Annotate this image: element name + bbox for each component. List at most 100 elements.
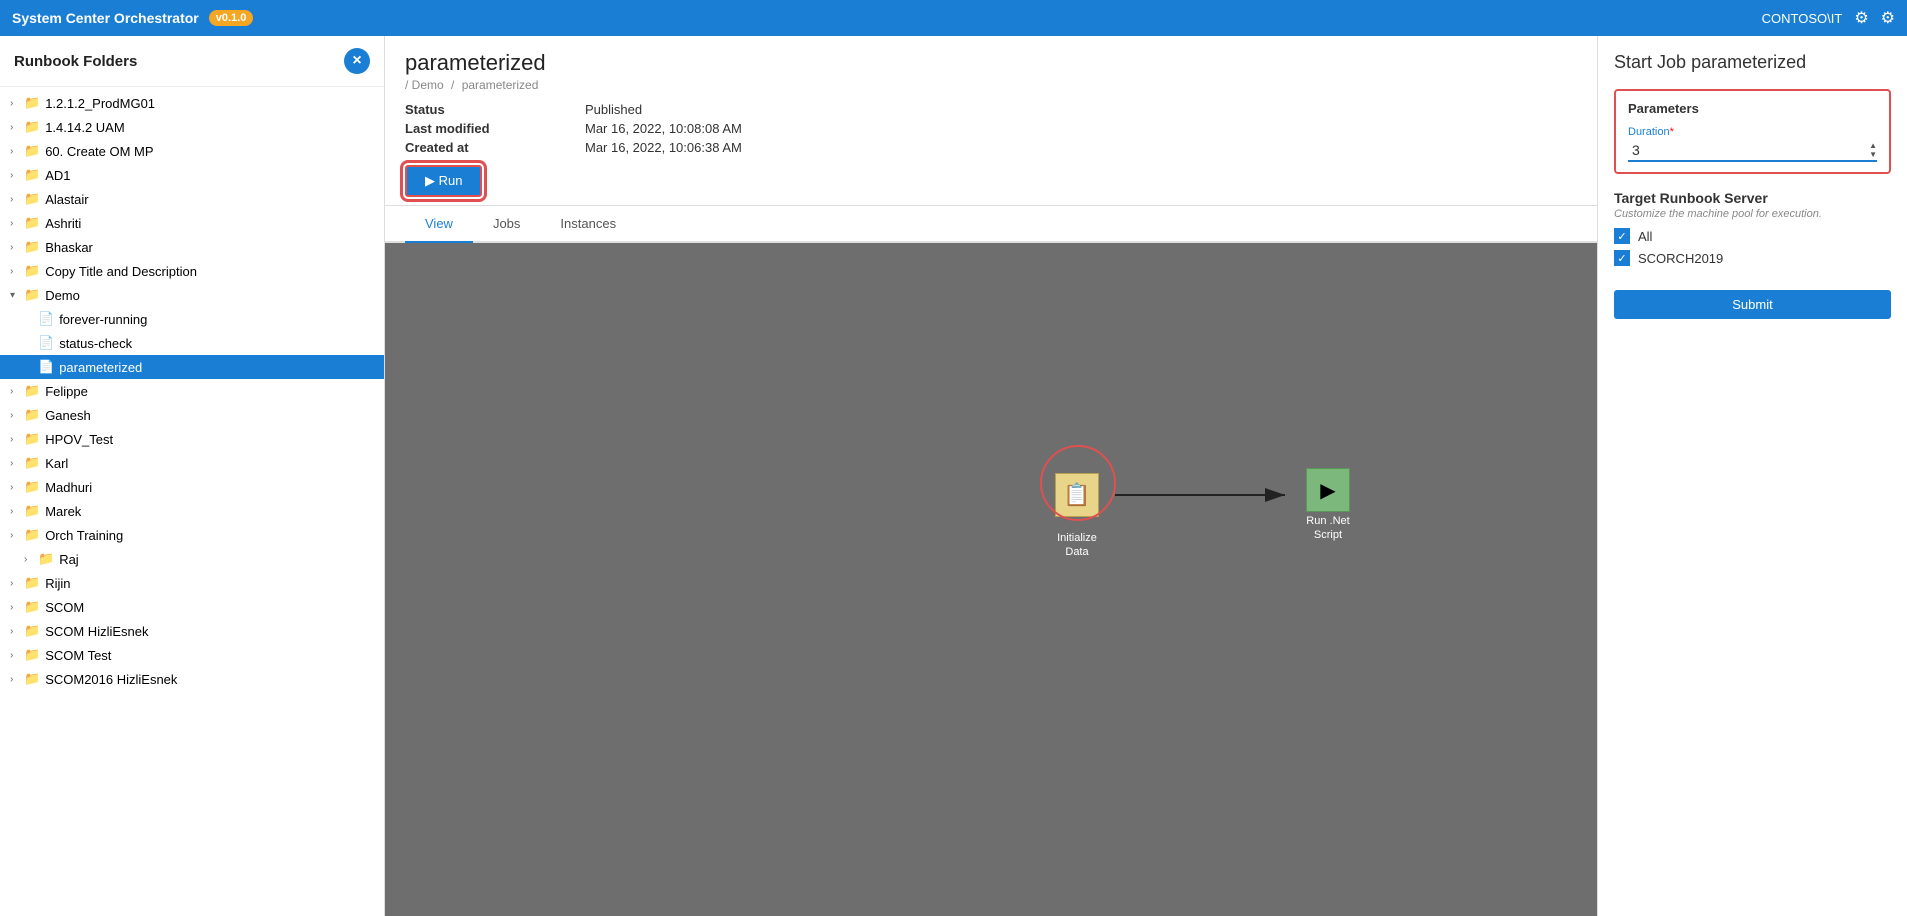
item-label: SCOM xyxy=(45,600,84,615)
item-label: SCOM Test xyxy=(45,648,111,663)
sidebar-item-folder-60[interactable]: ›📁60. Create OM MP xyxy=(0,139,384,163)
chevron-icon: › xyxy=(10,602,24,613)
chevron-icon: › xyxy=(10,266,24,277)
folder-icon: 📁 xyxy=(24,383,40,399)
netscript-node-label: Run .NetScript xyxy=(1306,514,1349,543)
submit-button[interactable]: Submit xyxy=(1614,290,1891,319)
sidebar-item-folder-alastair[interactable]: ›📁Alastair xyxy=(0,187,384,211)
sidebar-item-folder-scomhizli[interactable]: ›📁SCOM HizliEsnek xyxy=(0,619,384,643)
topbar-user: CONTOSO\IT xyxy=(1762,11,1843,26)
version-badge: v0.1.0 xyxy=(209,10,254,26)
target-subtitle: Customize the machine pool for execution… xyxy=(1614,208,1891,220)
item-label: AD1 xyxy=(45,168,70,183)
checkbox-scorch-row: ✓ SCORCH2019 xyxy=(1614,250,1891,266)
item-label: Demo xyxy=(45,288,80,303)
chevron-icon: › xyxy=(10,242,24,253)
workflow-node-init[interactable]: 📋 InitializeData xyxy=(1042,461,1112,560)
settings-icon[interactable]: ⚙ xyxy=(1854,8,1868,28)
run-button[interactable]: ▶ Run xyxy=(405,165,482,197)
status-value: Published xyxy=(585,102,1577,117)
last-modified-label: Last modified xyxy=(405,121,585,136)
checkbox-all-row: ✓ All xyxy=(1614,228,1891,244)
created-at-label: Created at xyxy=(405,140,585,155)
tab-jobs[interactable]: Jobs xyxy=(473,206,540,243)
init-node-icon: 📋 xyxy=(1055,473,1099,517)
item-label: Ganesh xyxy=(45,408,91,423)
chevron-icon: ▾ xyxy=(10,290,24,301)
folder-icon: 📁 xyxy=(24,431,40,447)
breadcrumb-sep: / xyxy=(451,78,458,92)
folder-icon: 📁 xyxy=(24,119,40,135)
item-label: 60. Create OM MP xyxy=(45,144,153,159)
chevron-icon: › xyxy=(10,482,24,493)
target-title: Target Runbook Server xyxy=(1614,190,1891,206)
sidebar-item-folder-orch[interactable]: ›📁Orch Training xyxy=(0,523,384,547)
sidebar-item-folder-scom[interactable]: ›📁SCOM xyxy=(0,595,384,619)
chevron-icon: › xyxy=(10,410,24,421)
checkbox-all[interactable]: ✓ xyxy=(1614,228,1630,244)
tab-view[interactable]: View xyxy=(405,206,473,243)
folder-icon: 📁 xyxy=(24,455,40,471)
folder-icon: 📁 xyxy=(24,239,40,255)
sidebar-header: Runbook Folders × xyxy=(0,36,384,87)
item-label: Felippe xyxy=(45,384,88,399)
sidebar-item-folder-1414[interactable]: ›📁1.4.14.2 UAM xyxy=(0,115,384,139)
folder-icon: 📁 xyxy=(24,647,40,663)
sidebar-item-file-forever[interactable]: 📄forever-running xyxy=(0,307,384,331)
workflow-node-netscript[interactable]: ▶ Run .NetScript xyxy=(1293,468,1363,543)
sidebar-item-folder-ganesh[interactable]: ›📁Ganesh xyxy=(0,403,384,427)
main-layout: Runbook Folders × ›📁1.2.1.2_ProdMG01›📁1.… xyxy=(0,36,1907,916)
chevron-icon: › xyxy=(10,434,24,445)
folder-icon: 📁 xyxy=(24,623,40,639)
sidebar-close-button[interactable]: × xyxy=(344,48,370,74)
sidebar-item-folder-ad1[interactable]: ›📁 AD1 xyxy=(0,163,384,187)
tab-instances[interactable]: Instances xyxy=(540,206,636,243)
panel-title: Start Job parameterized xyxy=(1614,52,1891,73)
duration-input[interactable] xyxy=(1628,140,1869,160)
sidebar-item-folder-raj[interactable]: ›📁Raj xyxy=(0,547,384,571)
chevron-icon: › xyxy=(10,170,24,181)
duration-spinner[interactable]: ▲ ▼ xyxy=(1869,141,1877,159)
item-label: Karl xyxy=(45,456,68,471)
target-section: Target Runbook Server Customize the mach… xyxy=(1614,190,1891,272)
checkbox-scorch2019[interactable]: ✓ xyxy=(1614,250,1630,266)
sidebar-item-folder-rijin[interactable]: ›📁Rijin xyxy=(0,571,384,595)
gear-icon[interactable]: ⚙ xyxy=(1881,8,1895,28)
sidebar-item-folder-marek[interactable]: ›📁Marek xyxy=(0,499,384,523)
sidebar-item-folder-felippe[interactable]: ›📁 Felippe xyxy=(0,379,384,403)
sidebar-item-folder-scom2016[interactable]: ›📁SCOM2016 HizliEsnek xyxy=(0,667,384,691)
item-label: 1.2.1.2_ProdMG01 xyxy=(45,96,155,111)
sidebar-item-folder-1212[interactable]: ›📁1.2.1.2_ProdMG01 xyxy=(0,91,384,115)
sidebar-item-file-status[interactable]: 📄status-check xyxy=(0,331,384,355)
sidebar-item-folder-ashriti[interactable]: ›📁Ashriti xyxy=(0,211,384,235)
sidebar-item-folder-demo[interactable]: ▾📁Demo xyxy=(0,283,384,307)
sidebar-item-folder-hpov[interactable]: ›📁HPOV_Test xyxy=(0,427,384,451)
sidebar-item-folder-karl[interactable]: ›📁 Karl xyxy=(0,451,384,475)
chevron-icon: › xyxy=(10,458,24,469)
sidebar-item-folder-copytitle[interactable]: ›📁Copy Title and Description xyxy=(0,259,384,283)
file-icon: 📄 xyxy=(38,359,54,375)
chevron-icon: › xyxy=(10,578,24,589)
item-label: Copy Title and Description xyxy=(45,264,197,279)
runbook-meta: Status Published Last modified Mar 16, 2… xyxy=(405,102,1577,155)
panel-title-prefix: Start Job xyxy=(1614,52,1686,72)
folder-icon: 📁 xyxy=(24,479,40,495)
folder-icon: 📁 xyxy=(24,167,40,183)
chevron-icon: › xyxy=(10,626,24,637)
item-label: Rijin xyxy=(45,576,70,591)
sidebar: Runbook Folders × ›📁1.2.1.2_ProdMG01›📁1.… xyxy=(0,36,385,916)
chevron-icon: › xyxy=(10,218,24,229)
sidebar-item-folder-bhaskar[interactable]: ›📁Bhaskar xyxy=(0,235,384,259)
runbook-header: parameterized / Demo / parameterized Sta… xyxy=(385,36,1597,206)
sidebar-item-folder-madhuri[interactable]: ›📁 Madhuri xyxy=(0,475,384,499)
folder-icon: 📁 xyxy=(38,551,54,567)
duration-input-row: ▲ ▼ xyxy=(1628,140,1877,162)
sidebar-item-file-parameterized[interactable]: 📄parameterized xyxy=(0,355,384,379)
sidebar-item-folder-scomtest[interactable]: ›📁SCOM Test xyxy=(0,643,384,667)
item-label: Madhuri xyxy=(45,480,92,495)
folder-icon: 📁 xyxy=(24,215,40,231)
canvas-area: 📋 InitializeData ▶ Run .NetScript xyxy=(385,243,1597,916)
folder-icon: 📁 xyxy=(24,503,40,519)
chevron-icon: › xyxy=(10,386,24,397)
last-modified-value: Mar 16, 2022, 10:08:08 AM xyxy=(585,121,1577,136)
